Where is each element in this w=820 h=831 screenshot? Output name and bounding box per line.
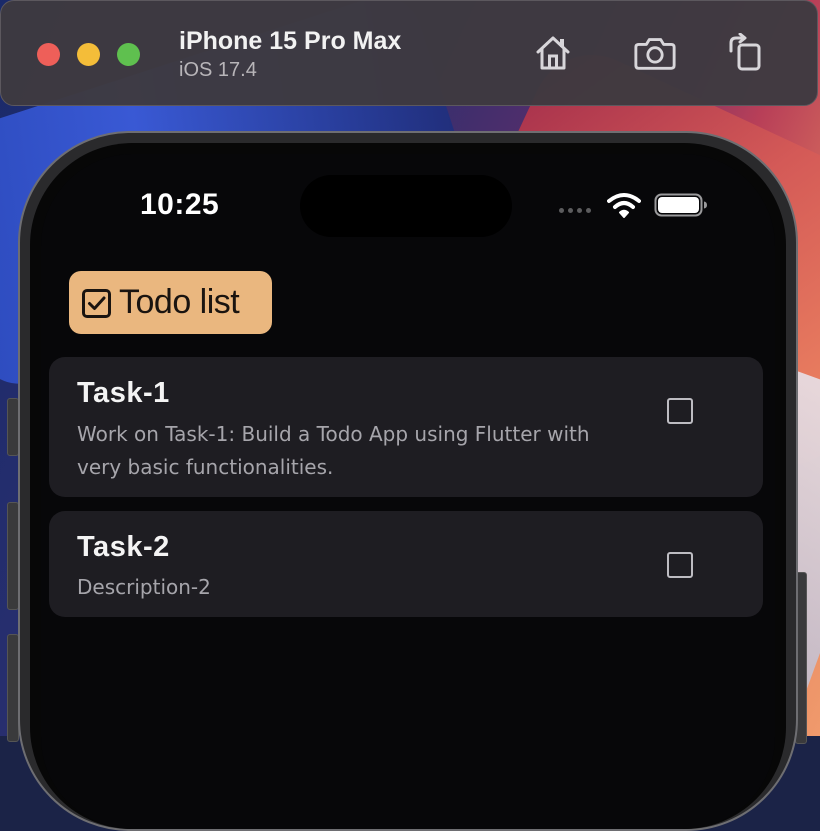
task-card[interactable]: Task-2 Description-2 [49,511,763,617]
task-checkbox[interactable] [667,552,693,578]
close-window-button[interactable] [37,43,60,66]
status-time: 10:25 [140,188,220,221]
device-name: iPhone 15 Pro Max [179,27,402,55]
minimize-window-button[interactable] [77,43,100,66]
battery-icon [654,193,708,222]
home-icon[interactable] [531,33,575,73]
task-description: Work on Task-1: Build a Todo App using F… [77,422,590,479]
dynamic-island [300,175,512,237]
app-title: Todo list [119,283,240,321]
app-title-badge: Todo list [69,271,272,334]
wifi-icon [607,192,641,223]
task-description: Description-2 [77,575,211,599]
checkbox-checked-icon [82,288,111,318]
signal-dots-icon [559,208,591,213]
screenshot-camera-icon[interactable] [633,33,677,73]
task-title: Task-2 [77,531,170,563]
task-title: Task-1 [77,377,170,409]
task-checkbox[interactable] [667,398,693,424]
zoom-window-button[interactable] [117,43,140,66]
task-card[interactable]: Task-1 Work on Task-1: Build a Todo App … [49,357,763,497]
os-version: iOS 17.4 [179,59,257,81]
rotate-icon[interactable] [723,33,767,73]
simulator-title-bar: iPhone 15 Pro Max iOS 17.4 [0,0,818,106]
